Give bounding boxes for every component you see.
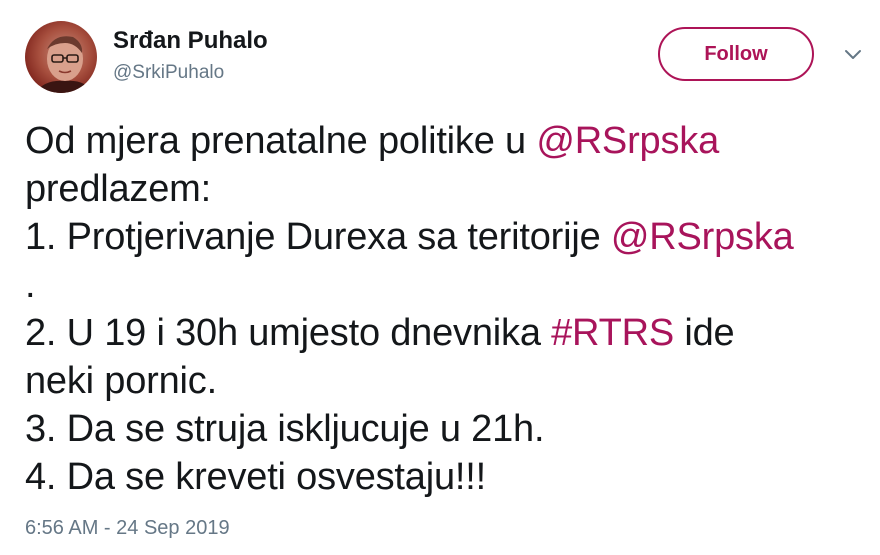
tweet-line: neki pornic.: [25, 360, 217, 402]
tweet-card: Srđan Puhalo @SrkiPuhalo Follow Od mjera…: [0, 0, 880, 555]
tweet-line: 4. Da se kreveti osvestaju!!!: [25, 456, 486, 498]
user-handle[interactable]: @SrkiPuhalo: [113, 61, 224, 85]
tweet-text-segment: Od mjera prenatalne politike u: [25, 120, 537, 162]
tweet-line: 2. U 19 i 30h umjesto dnevnika #RTRS ide: [25, 309, 870, 357]
tweet-line: Od mjera prenatalne politike u @RSrpska: [25, 117, 870, 165]
follow-button[interactable]: Follow: [658, 27, 814, 81]
avatar[interactable]: [25, 21, 97, 93]
tweet-line: 3. Da se struja iskljucuje u 21h.: [25, 408, 545, 450]
tweet-line: .: [25, 264, 36, 306]
tweet-text-segment: 1. Protjerivanje Durexa sa teritorije: [25, 216, 611, 258]
mention-link[interactable]: @RSrpska: [536, 120, 719, 162]
tweet-line: predlazem:: [25, 168, 211, 210]
avatar-portrait-icon: [35, 36, 93, 93]
tweet-line: 1. Protjerivanje Durexa sa teritorije @R…: [25, 213, 870, 261]
tweet-text: Od mjera prenatalne politike u @RSrpska …: [25, 117, 870, 501]
chevron-down-icon[interactable]: [843, 48, 863, 62]
display-name[interactable]: Srđan Puhalo: [113, 27, 268, 55]
tweet-text-segment: 2. U 19 i 30h umjesto dnevnika: [25, 312, 552, 354]
tweet-text-segment: ide: [674, 312, 735, 354]
hashtag-link[interactable]: #RTRS: [551, 312, 674, 354]
mention-link[interactable]: @RSrpska: [611, 216, 794, 258]
tweet-timestamp[interactable]: 6:56 AM - 24 Sep 2019: [25, 515, 230, 541]
